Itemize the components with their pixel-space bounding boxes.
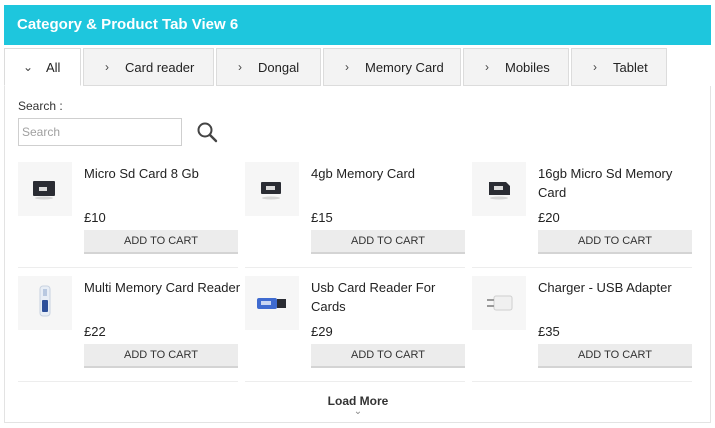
product-name[interactable]: Usb Card Reader For Cards: [311, 278, 471, 316]
tab-label: Dongal: [258, 59, 300, 75]
product-card: Charger - USB Adapter £35 ADD TO CART: [472, 276, 692, 386]
chevron-right-icon: ›: [105, 60, 109, 74]
product-card: 4gb Memory Card £15 ADD TO CART: [245, 162, 465, 272]
product-name[interactable]: Charger - USB Adapter: [538, 278, 698, 297]
product-image[interactable]: [472, 276, 526, 330]
page-header: Category & Product Tab View 6: [4, 5, 711, 45]
usb-reader-icon: [257, 298, 286, 309]
add-to-cart-button[interactable]: ADD TO CART: [84, 344, 238, 368]
product-price: £20: [538, 210, 560, 225]
usb-adapter-icon: [487, 295, 513, 311]
tab-label: Memory Card: [365, 59, 444, 75]
tab-tablet[interactable]: › Tablet: [571, 48, 667, 86]
product-image[interactable]: [245, 276, 299, 330]
tab-label: Mobiles: [505, 59, 550, 75]
product-image[interactable]: [472, 162, 526, 216]
divider: [245, 381, 465, 382]
tab-label: Card reader: [125, 59, 195, 75]
product-card: 16gb Micro Sd Memory Card £20 ADD TO CAR…: [472, 162, 692, 272]
search-icon: [197, 122, 218, 143]
product-image[interactable]: [18, 276, 72, 330]
divider: [472, 267, 692, 268]
product-panel: Search : Micro Sd Card 8 Gb £10 ADD TO C…: [4, 86, 711, 423]
tab-dongal[interactable]: › Dongal: [216, 48, 321, 86]
product-card: Usb Card Reader For Cards £29 ADD TO CAR…: [245, 276, 465, 386]
product-price: £15: [311, 210, 333, 225]
product-card: Micro Sd Card 8 Gb £10 ADD TO CART: [18, 162, 238, 272]
tab-all[interactable]: ⌄ All: [4, 48, 81, 86]
card-reader-icon: [39, 285, 51, 317]
add-to-cart-button[interactable]: ADD TO CART: [84, 230, 238, 254]
product-price: £35: [538, 324, 560, 339]
divider: [472, 381, 692, 382]
product-name[interactable]: Multi Memory Card Reader: [84, 278, 244, 297]
tab-memory-card[interactable]: › Memory Card: [323, 48, 461, 86]
product-image[interactable]: [245, 162, 299, 216]
search-input[interactable]: [18, 118, 182, 146]
add-to-cart-button[interactable]: ADD TO CART: [538, 230, 692, 254]
chevron-right-icon: ›: [345, 60, 349, 74]
tab-mobiles[interactable]: › Mobiles: [463, 48, 569, 86]
product-price: £22: [84, 324, 106, 339]
chevron-right-icon: ›: [485, 60, 489, 74]
add-to-cart-button[interactable]: ADD TO CART: [311, 344, 465, 368]
product-name[interactable]: 16gb Micro Sd Memory Card: [538, 164, 698, 202]
chevron-down-icon: ⌄: [22, 60, 34, 74]
chevron-right-icon: ›: [238, 60, 242, 74]
product-card: Multi Memory Card Reader £22 ADD TO CART: [18, 276, 240, 386]
product-price: £29: [311, 324, 333, 339]
search-button[interactable]: [195, 120, 219, 144]
add-to-cart-button[interactable]: ADD TO CART: [311, 230, 465, 254]
load-more-button[interactable]: Load More ⌄: [295, 394, 421, 417]
product-name[interactable]: Micro Sd Card 8 Gb: [84, 164, 244, 183]
page-title: Category & Product Tab View 6: [17, 16, 239, 33]
add-to-cart-button[interactable]: ADD TO CART: [538, 344, 692, 368]
product-name[interactable]: 4gb Memory Card: [311, 164, 471, 183]
divider: [18, 267, 238, 268]
tab-label: Tablet: [613, 59, 648, 75]
chevron-down-icon: ⌄: [353, 406, 363, 417]
divider: [245, 267, 465, 268]
chevron-right-icon: ›: [593, 60, 597, 74]
product-price: £10: [84, 210, 106, 225]
divider: [18, 381, 238, 382]
search-label: Search :: [18, 99, 63, 113]
memory-card-icon: [33, 181, 55, 200]
memory-card-icon: [489, 182, 510, 200]
product-image[interactable]: [18, 162, 72, 216]
tab-label: All: [46, 59, 61, 75]
memory-card-icon: [261, 182, 281, 200]
tab-card-reader[interactable]: › Card reader: [83, 48, 214, 86]
